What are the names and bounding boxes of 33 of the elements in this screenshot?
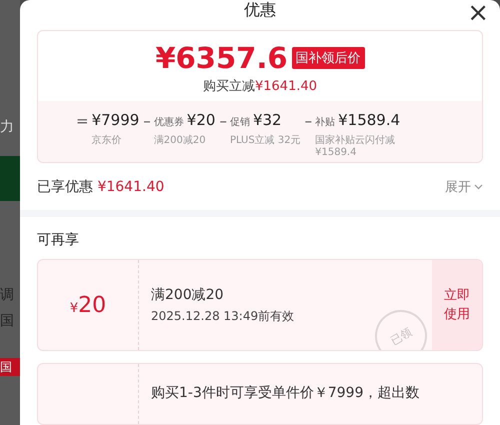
coupon-value: ¥20 <box>70 292 106 318</box>
chevron-down-icon <box>474 184 483 190</box>
breakdown-label: 促销 <box>230 116 250 129</box>
sheet-title: 优惠 <box>244 0 276 19</box>
breakdown-note: 京东价 <box>92 134 123 147</box>
coupon-validity: 2025.12.28 13:49前有效 <box>151 308 296 325</box>
close-button[interactable]: × <box>467 2 489 24</box>
price-tag: 国补领后价 <box>292 47 365 69</box>
operator-sign: – <box>143 111 151 132</box>
breakdown-label: 补贴 <box>315 116 336 129</box>
operator-sign: – <box>219 111 227 132</box>
final-price: ¥6357.6 <box>155 41 288 75</box>
breakdown-amount: ¥1589.4 <box>338 111 400 129</box>
breakdown-amount: ¥20 <box>186 111 216 129</box>
enjoyed-discount: 已享优惠 ¥1641.40 <box>37 178 164 196</box>
offer-text: 购买1-3件时可享受单件价￥7999，超出数 <box>151 384 420 402</box>
background-tag: 国 <box>0 358 20 376</box>
breakdown-note: 满200减20 <box>154 134 207 147</box>
breakdown-amount: ¥32 <box>252 111 282 129</box>
coupon-title: 满200减20 <box>151 286 225 304</box>
section-title: 可再享 <box>37 231 80 250</box>
background-text: 调 <box>0 286 15 304</box>
operator-sign: – <box>304 111 312 132</box>
saving-text: 购买立减¥1641.40 <box>202 78 318 95</box>
background-text: 力 <box>0 118 15 136</box>
operator-sign: = <box>76 111 89 132</box>
breakdown-note: 国家补贴云闪付减 ¥1589.4 <box>315 134 396 158</box>
breakdown-amount: ¥7999 <box>92 111 140 129</box>
breakdown-label: 优惠券 <box>154 116 184 129</box>
breakdown-note: PLUS立减 32元 <box>230 134 301 147</box>
use-now-button[interactable]: 立即使用 <box>432 260 482 350</box>
expand-button[interactable]: 展开 <box>445 178 483 196</box>
background-text: 国 <box>0 312 15 330</box>
